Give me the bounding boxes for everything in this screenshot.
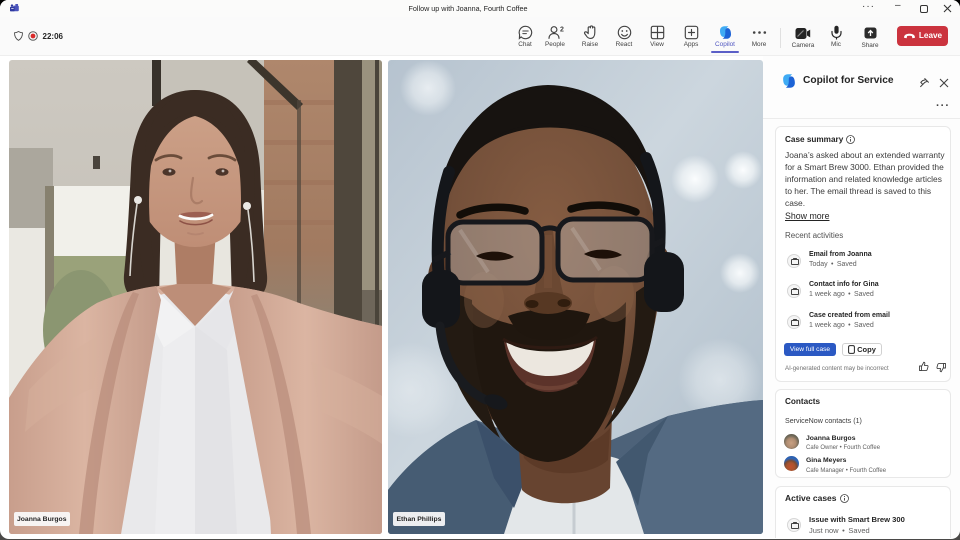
svg-text:2: 2 xyxy=(560,27,564,34)
